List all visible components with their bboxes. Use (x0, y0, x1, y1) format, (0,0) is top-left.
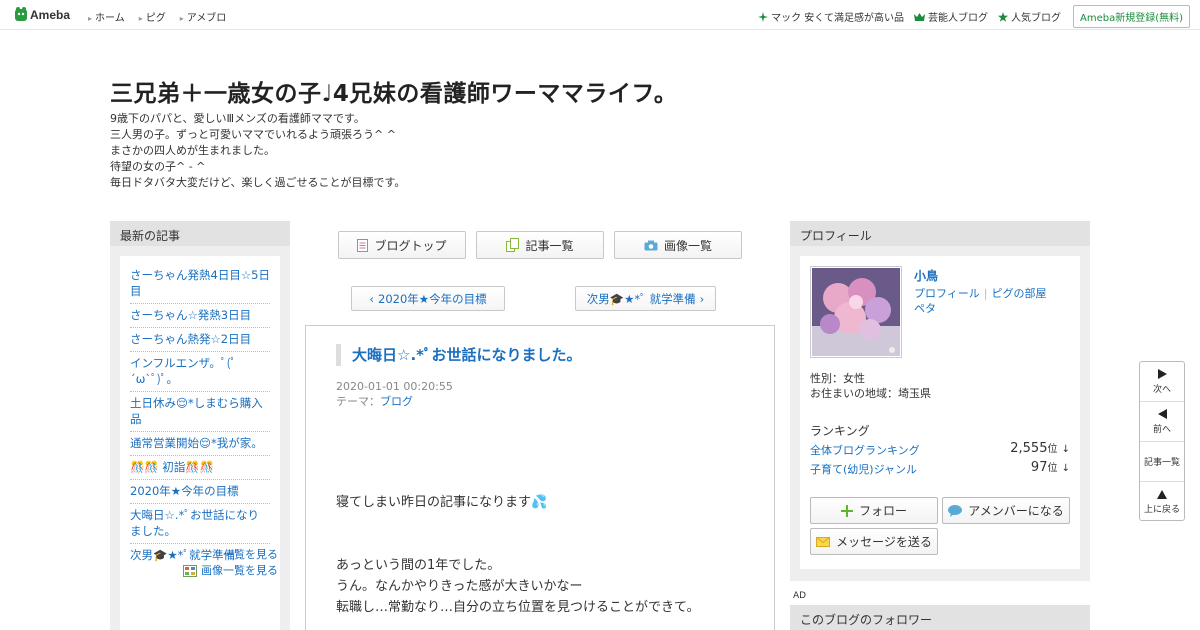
recent-entries-heading: 最新の記事 (110, 221, 290, 246)
nav-pig[interactable]: ▸ ピグ (139, 9, 166, 24)
blog-title[interactable]: 三兄弟＋一歳女の子♩4兄妹の看護師ワーママライフ。 (110, 74, 677, 108)
send-message-button[interactable]: メッセージを送る (810, 528, 938, 555)
blog-top-button[interactable]: ブログトップ (338, 231, 466, 259)
peta-link[interactable]: ペタ (914, 302, 936, 315)
article-body: 寝てしまい昨日の記事になります💦 あっという間の1年でした。 うん。なんかやりき… (336, 492, 700, 618)
article-paragraph: 寝てしまい昨日の記事になります💦 (336, 495, 548, 510)
chevron-right-icon: ▸ (138, 14, 143, 23)
chevron-right-icon: ▸ (88, 14, 93, 23)
recent-entries-panel: 最新の記事 さーちゃん発熱4日目☆5日目 さーちゃん☆発熱3日目 さーちゃん熱発… (110, 221, 290, 630)
image-list-button[interactable]: 画像一覧 (614, 231, 742, 259)
prev-entry-button[interactable]: ‹ 2020年★今年の目標 (351, 286, 505, 311)
separator: | (983, 287, 988, 300)
entry-list-button[interactable]: 記事一覧 (476, 231, 604, 259)
blog-nav-buttons: ブログトップ 記事一覧 画像一覧 (338, 231, 752, 259)
ranking-row: 子育て(幼児)ジャンル 97位 ↓ (810, 460, 1070, 479)
ameba-logo-icon (15, 7, 27, 21)
top-right-links: マック 安くて満足感が高い品 芸能人ブログ 人気ブログ Ameba新規登録(無料… (748, 5, 1190, 28)
side-entry-list-button[interactable]: 記事一覧 (1140, 442, 1184, 482)
star-icon (997, 11, 1008, 22)
list-item[interactable]: さーちゃん☆発熱3日目 (130, 304, 270, 328)
celebrity-blog-link[interactable]: 芸能人ブログ (913, 9, 988, 24)
ranking-value: 2,555位 ↓ (1010, 441, 1070, 456)
play-left-icon (1157, 408, 1167, 419)
list-item[interactable]: さーちゃん発熱4日目☆5日目 (130, 264, 270, 304)
article-meta: 2020-01-01 00:20:55 テーマ：ブログ (336, 379, 453, 409)
copy-icon (506, 238, 520, 252)
article-paragraph: 転職し…常勤なり…自分の立ち位置を見つけることができて。 (336, 600, 700, 615)
triangle-up-icon (1157, 489, 1167, 499)
crown-icon (913, 12, 925, 21)
profile-links: プロフィール | ピグの部屋 ペタ (914, 286, 1074, 316)
play-right-icon (1157, 368, 1167, 379)
logo-text: Ameba (30, 7, 71, 22)
side-next-button[interactable]: 次へ (1140, 362, 1184, 402)
top-bar: Ameba ▸ ホーム ▸ ピグ ▸ アメブロ マック 安くて満足感が高い品 芸能人ブ… (0, 0, 1200, 30)
ranking-label[interactable]: 子育て(幼児)ジャンル (810, 463, 917, 476)
ranking-label[interactable]: 全体ブログランキング (810, 444, 920, 457)
chevron-left-icon: ‹ (369, 291, 375, 306)
sparkle-icon (758, 11, 769, 22)
ad-label: AD (793, 591, 807, 601)
flower-bouquet-image (812, 268, 900, 356)
side-prev-button[interactable]: 前へ (1140, 402, 1184, 442)
chat-bubble-icon (948, 504, 963, 517)
list-item[interactable]: 通常営業開始😌*我が家。 (130, 432, 270, 456)
top-nav: ▸ ホーム ▸ ピグ ▸ アメブロ (88, 9, 240, 24)
nav-ameblo[interactable]: ▸ アメブロ (180, 9, 227, 24)
profile-box: 小鳥 プロフィール | ピグの部屋 ペタ 性別：女性 お住まいの地域：埼玉県 ランキ… (800, 256, 1080, 569)
list-item[interactable]: 🎊🎊 初詣🎊🎊 (130, 456, 270, 480)
article-date: 2020-01-01 00:20:55 (336, 380, 453, 393)
profile-info: 性別：女性 お住まいの地域：埼玉県 (810, 371, 931, 401)
ranking-row: 全体ブログランキング 2,555位 ↓ (810, 441, 1070, 460)
profile-heading: プロフィール (790, 221, 1090, 246)
list-item[interactable]: インフルエンザ。ﾟ(ﾟ´ω`ﾟ)ﾟ。 (130, 352, 270, 392)
list-item[interactable]: 2020年★今年の目標 (130, 480, 270, 504)
profile-gender: 性別：女性 (810, 372, 865, 385)
chevron-right-icon: › (699, 291, 705, 306)
side-top-button[interactable]: 上に戻る (1140, 482, 1184, 522)
ranking-value: 97位 ↓ (1030, 460, 1070, 475)
register-button[interactable]: Ameba新規登録(無料) (1072, 5, 1190, 28)
list-item[interactable]: 大晦日☆.*ﾟお世話になりました。 (130, 504, 270, 544)
document-icon (357, 238, 369, 252)
follow-button[interactable]: フォロー (810, 497, 938, 524)
profile-panel: プロフィール 小鳥 プロフィール | ピグの部屋 ペタ 性別：女性 お住まいの地域： (790, 221, 1090, 581)
list-item[interactable]: さーちゃん熱発☆2日目 (130, 328, 270, 352)
recent-entries-list: さーちゃん発熱4日目☆5日目 さーちゃん☆発熱3日目 さーちゃん熱発☆2日目 イ… (130, 264, 270, 567)
nav-home[interactable]: ▸ ホーム (88, 9, 125, 24)
followers-heading: このブログのフォロワー (790, 605, 1090, 630)
pig-room-link[interactable]: ピグの部屋 (992, 287, 1047, 300)
camera-icon (644, 240, 658, 250)
theme-link[interactable]: ブログ (380, 395, 413, 408)
blog-description: 9歳下のパパと、愛しいⅢメンズの看護師ママです。 三人男の子。ずっと可愛いママで… (110, 112, 406, 189)
article-paragraph: うん。なんかやりきった感が大きいかなー (336, 579, 583, 594)
avatar[interactable] (810, 266, 902, 358)
plus-icon (840, 504, 853, 517)
promo-link[interactable]: マック 安くて満足感が高い品 (758, 9, 904, 24)
image-list-link[interactable]: 画像一覧を見る (183, 563, 278, 579)
profile-area: お住まいの地域：埼玉県 (810, 387, 931, 400)
popular-blog-link[interactable]: 人気ブログ (997, 9, 1061, 24)
article-title[interactable]: 大晦日☆.*ﾟお世話になりました。 (336, 344, 582, 366)
list-item[interactable]: 土日休み😌*しまむら購入品 (130, 392, 270, 432)
ranking-title: ランキング (810, 424, 870, 438)
amember-button[interactable]: アメンバーになる (942, 497, 1070, 524)
image-list-icon (183, 565, 197, 577)
article: 大晦日☆.*ﾟお世話になりました。 2020-01-01 00:20:55 テー… (305, 325, 775, 630)
chevron-right-icon: ▸ (179, 14, 184, 23)
envelope-icon (816, 536, 831, 547)
left-links: 一覧を見る 画像一覧を見る (183, 547, 278, 579)
profile-link[interactable]: プロフィール (914, 287, 980, 300)
entry-list-link[interactable]: 一覧を見る (183, 547, 278, 563)
profile-name[interactable]: 小鳥 (914, 267, 938, 284)
floating-side-nav: 次へ 前へ 記事一覧 上に戻る (1139, 361, 1185, 521)
ameba-logo[interactable]: Ameba (14, 6, 70, 23)
article-paragraph: あっという間の1年でした。 (336, 558, 501, 573)
article-theme: テーマ：ブログ (336, 395, 413, 408)
next-entry-button[interactable]: 次男🎓★*ﾟ 就学準備 › (575, 286, 716, 311)
